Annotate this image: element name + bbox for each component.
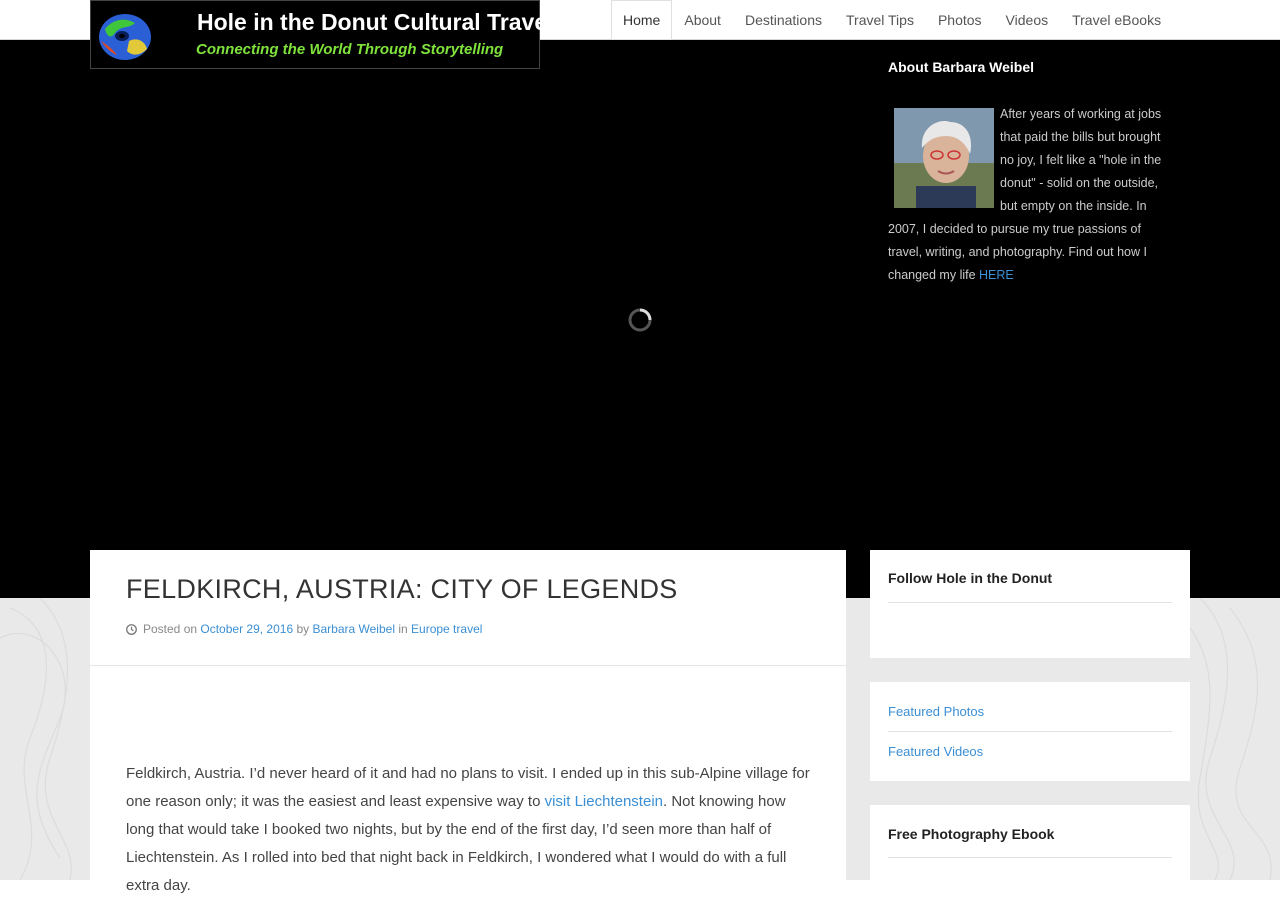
- about-text: After years of working at jobs that paid…: [888, 103, 1172, 287]
- nav-item-videos[interactable]: Videos: [994, 0, 1061, 40]
- divider: [888, 731, 1172, 732]
- logo-tagline: Connecting the World Through Storytellin…: [196, 41, 504, 58]
- follow-widget-title: Follow Hole in the Donut: [888, 570, 1053, 586]
- follow-widget: Follow Hole in the Donut: [870, 550, 1190, 658]
- nav-item-photos[interactable]: Photos: [926, 0, 994, 40]
- post-title: FELDKIRCH, AUSTRIA: CITY OF LEGENDS: [126, 574, 678, 604]
- main-nav: Home About Destinations Travel Tips Photos Vi…: [611, 0, 1173, 40]
- nav-item-travel-tips[interactable]: Travel Tips: [834, 0, 926, 40]
- post-date-link[interactable]: October 29, 2016: [200, 622, 293, 636]
- post-body: Feldkirch, Austria. I’d never heard of i…: [126, 760, 810, 900]
- in-label: in: [398, 622, 408, 636]
- featured-videos-link[interactable]: Featured Videos: [888, 744, 983, 759]
- about-title: About Barbara Weibel: [888, 59, 1034, 75]
- nav-item-about[interactable]: About: [672, 0, 733, 40]
- liechtenstein-link[interactable]: visit Liechtenstein: [545, 793, 663, 810]
- post-meta: Posted on October 29, 2016 by Barbara We…: [126, 622, 482, 636]
- about-here-link[interactable]: HERE: [979, 268, 1014, 282]
- category-link[interactable]: Europe travel: [411, 622, 482, 636]
- featured-photos-link[interactable]: Featured Photos: [888, 704, 984, 719]
- nav-item-destinations[interactable]: Destinations: [733, 0, 834, 40]
- logo-title: Hole in the Donut Cultural Travel: [197, 9, 554, 35]
- ebook-widget: Free Photography Ebook: [870, 805, 1190, 880]
- posted-on-label: Posted on: [143, 622, 198, 636]
- divider: [888, 602, 1172, 603]
- site-logo[interactable]: Hole in the Donut Cultural Travel Connec…: [90, 0, 554, 69]
- author-link[interactable]: Barbara Weibel: [313, 622, 396, 636]
- globe-donut-icon: [99, 14, 151, 60]
- nav-item-travel-ebooks[interactable]: Travel eBooks: [1060, 0, 1173, 40]
- divider: [888, 857, 1172, 858]
- divider: [90, 665, 846, 666]
- loading-spinner-icon: [628, 308, 652, 332]
- post-card: FELDKIRCH, AUSTRIA: CITY OF LEGENDS Post…: [90, 550, 846, 894]
- by-label: by: [296, 622, 310, 636]
- clock-icon: [126, 624, 137, 635]
- nav-item-home[interactable]: Home: [611, 0, 673, 40]
- ebook-widget-title: Free Photography Ebook: [888, 826, 1055, 842]
- featured-widget: Featured Photos Featured Videos: [870, 682, 1190, 781]
